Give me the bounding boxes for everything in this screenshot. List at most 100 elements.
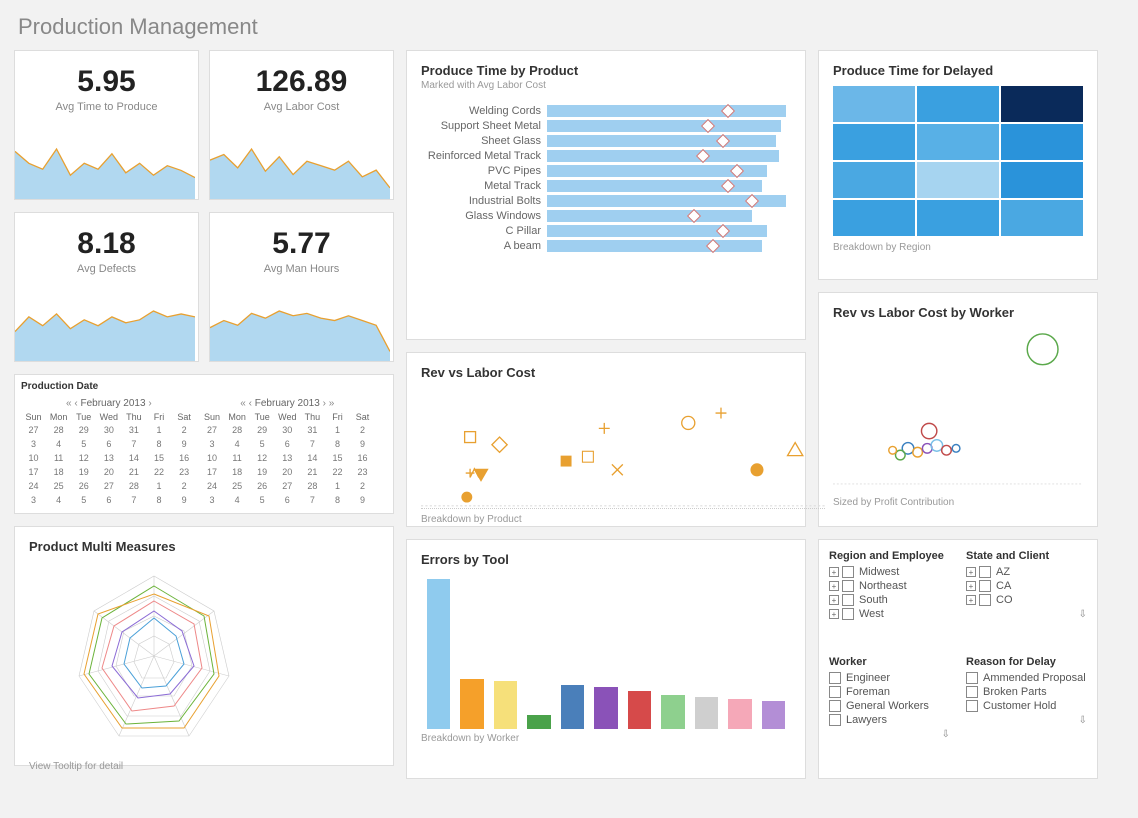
calendar-day[interactable]: 23 xyxy=(350,465,375,479)
filter-item[interactable]: Ammended Proposal xyxy=(966,672,1087,684)
kpi-man-hours[interactable]: 5.77 Avg Man Hours xyxy=(209,212,394,362)
calendar-day[interactable]: 2 xyxy=(172,479,197,493)
expand-icon[interactable]: + xyxy=(829,595,839,605)
calendar-day[interactable]: 24 xyxy=(21,479,46,493)
calendar-day[interactable]: 24 xyxy=(199,479,224,493)
calendar-day[interactable]: 2 xyxy=(350,423,375,437)
checkbox-icon[interactable] xyxy=(829,714,841,726)
calendar-day[interactable]: 9 xyxy=(172,493,197,507)
calendar-day[interactable]: 19 xyxy=(71,465,96,479)
heatmap-cell[interactable] xyxy=(1001,86,1083,122)
filter-item[interactable]: +Midwest xyxy=(829,566,950,578)
calendar-day[interactable]: 21 xyxy=(300,465,325,479)
produce-time-card[interactable]: Produce Time by Product Marked with Avg … xyxy=(406,50,806,340)
filter-item[interactable]: +CA xyxy=(966,580,1087,592)
calendar-day[interactable]: 16 xyxy=(172,451,197,465)
calendar-day[interactable]: 17 xyxy=(21,465,46,479)
checkbox-icon[interactable] xyxy=(842,608,854,620)
calendar-day[interactable]: 15 xyxy=(325,451,350,465)
hbar-row[interactable]: Support Sheet Metal xyxy=(421,120,791,132)
checkbox-icon[interactable] xyxy=(966,700,978,712)
calendar-day[interactable]: 7 xyxy=(300,437,325,451)
calendar-day[interactable]: 16 xyxy=(350,451,375,465)
radar-card[interactable]: Product Multi Measures View Tooltip for … xyxy=(14,526,394,766)
calendar-day[interactable]: 8 xyxy=(325,437,350,451)
expand-icon[interactable]: + xyxy=(829,609,839,619)
calendar-day[interactable]: 4 xyxy=(225,437,250,451)
next-icon[interactable]: › xyxy=(323,398,326,409)
hbar-row[interactable]: C Pillar xyxy=(421,225,791,237)
calendar-day[interactable]: 11 xyxy=(225,451,250,465)
filter-item[interactable]: +West xyxy=(829,608,950,620)
hbar-row[interactable]: Reinforced Metal Track xyxy=(421,150,791,162)
expand-icon[interactable]: + xyxy=(829,581,839,591)
calendar-day[interactable]: 12 xyxy=(250,451,275,465)
expand-down-icon[interactable]: ⇩ xyxy=(942,729,950,740)
prev-fast-icon[interactable]: « xyxy=(240,398,246,409)
calendar-day[interactable]: 22 xyxy=(146,465,171,479)
calendar-day[interactable]: 12 xyxy=(71,451,96,465)
heatmap-cell[interactable] xyxy=(917,124,999,160)
hbar-row[interactable]: Welding Cords xyxy=(421,105,791,117)
expand-down-icon[interactable]: ⇩ xyxy=(1079,715,1087,726)
heatmap-card[interactable]: Produce Time for Delayed Breakdown by Re… xyxy=(818,50,1098,280)
calendar-day[interactable]: 14 xyxy=(121,451,146,465)
calendar-day[interactable]: 9 xyxy=(172,437,197,451)
errors-card[interactable]: Errors by Tool Breakdown by Worker xyxy=(406,539,806,779)
filter-item[interactable]: Foreman xyxy=(829,686,950,698)
filter-item[interactable]: General Workers xyxy=(829,700,950,712)
hbar-row[interactable]: Industrial Bolts xyxy=(421,195,791,207)
heatmap-cell[interactable] xyxy=(833,86,915,122)
calendar-day[interactable]: 5 xyxy=(71,437,96,451)
hbar-row[interactable]: Metal Track xyxy=(421,180,791,192)
bar[interactable] xyxy=(594,687,617,729)
bar[interactable] xyxy=(695,697,718,729)
bar[interactable] xyxy=(628,691,651,729)
bar[interactable] xyxy=(561,685,584,729)
kpi-defects[interactable]: 8.18 Avg Defects xyxy=(14,212,199,362)
filter-item[interactable]: +AZ xyxy=(966,566,1087,578)
calendar-day[interactable]: 6 xyxy=(275,437,300,451)
calendar-day[interactable]: 1 xyxy=(325,479,350,493)
calendar-days[interactable]: 2728293031123456789101112131415161718192… xyxy=(199,423,375,507)
bar[interactable] xyxy=(427,579,450,729)
calendar-day[interactable]: 27 xyxy=(21,423,46,437)
rev-worker-card[interactable]: Rev vs Labor Cost by Worker Sized by Pro… xyxy=(818,292,1098,527)
checkbox-icon[interactable] xyxy=(979,594,991,606)
calendar-day[interactable]: 6 xyxy=(96,437,121,451)
calendar-day[interactable]: 7 xyxy=(300,493,325,507)
checkbox-icon[interactable] xyxy=(966,686,978,698)
bar[interactable] xyxy=(661,695,684,729)
calendar-day[interactable]: 28 xyxy=(300,479,325,493)
calendar-day[interactable]: 7 xyxy=(121,437,146,451)
next-fast-icon[interactable]: » xyxy=(329,398,335,409)
checkbox-icon[interactable] xyxy=(829,700,841,712)
filter-item[interactable]: Lawyers xyxy=(829,714,950,726)
filter-item[interactable]: +CO xyxy=(966,594,1087,606)
bar[interactable] xyxy=(728,699,751,729)
expand-icon[interactable]: + xyxy=(966,581,976,591)
bar[interactable] xyxy=(494,681,517,729)
checkbox-icon[interactable] xyxy=(842,594,854,606)
heatmap-cell[interactable] xyxy=(833,124,915,160)
calendar-day[interactable]: 31 xyxy=(121,423,146,437)
calendar-day[interactable]: 18 xyxy=(225,465,250,479)
calendar-day[interactable]: 26 xyxy=(250,479,275,493)
calendar-day[interactable]: 17 xyxy=(199,465,224,479)
checkbox-icon[interactable] xyxy=(979,580,991,592)
calendar-day[interactable]: 7 xyxy=(121,493,146,507)
calendar-day[interactable]: 29 xyxy=(71,423,96,437)
calendar-day[interactable]: 8 xyxy=(146,493,171,507)
calendar-day[interactable]: 1 xyxy=(146,423,171,437)
calendar-day[interactable]: 4 xyxy=(46,437,71,451)
expand-down-icon[interactable]: ⇩ xyxy=(1079,609,1087,620)
heatmap-cell[interactable] xyxy=(917,200,999,236)
calendar-day[interactable]: 3 xyxy=(199,493,224,507)
calendar-day[interactable]: 2 xyxy=(350,479,375,493)
calendar-day[interactable]: 4 xyxy=(225,493,250,507)
calendar-day[interactable]: 27 xyxy=(275,479,300,493)
filter-item[interactable]: Broken Parts xyxy=(966,686,1087,698)
calendar-day[interactable]: 20 xyxy=(96,465,121,479)
calendar-days[interactable]: 2728293031123456789101112131415161718192… xyxy=(21,423,197,507)
checkbox-icon[interactable] xyxy=(829,672,841,684)
